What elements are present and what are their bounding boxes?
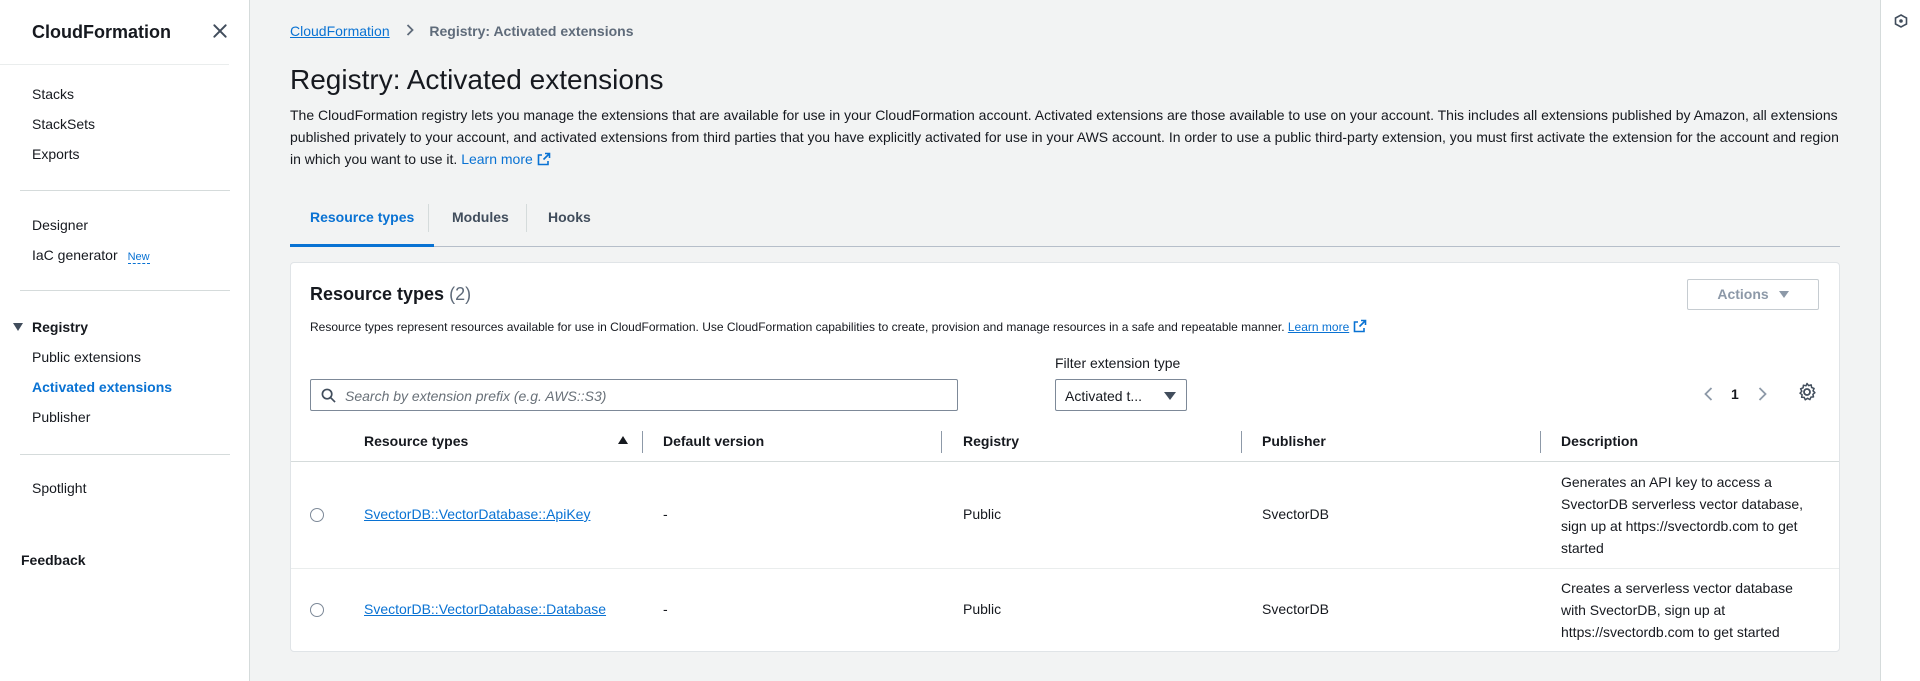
chevron-left-icon[interactable] [1701,386,1717,402]
sidebar-divider [20,190,230,191]
breadcrumb-root-link[interactable]: CloudFormation [290,23,390,39]
column-header-publisher[interactable]: Publisher [1262,433,1326,449]
resource-types-container: Resource types (2) Actions Resource type… [290,262,1840,652]
gear-icon[interactable] [1797,382,1817,402]
filter-extension-type-select[interactable]: Activated t... [1055,379,1187,411]
registry-cell: Public [963,506,1002,522]
resource-type-link[interactable]: SvectorDB::VectorDatabase::Database [364,601,606,617]
chevron-right-icon [406,23,414,39]
tab-resource-types[interactable]: Resource types [290,198,435,247]
sidebar-title[interactable]: CloudFormation [32,22,171,43]
default-version-cell: - [663,601,668,617]
learn-more-label: Learn more [461,151,533,167]
learn-more-link[interactable]: Learn more [1288,320,1349,334]
sidebar-section-label: Registry [32,319,89,335]
column-header-description[interactable]: Description [1561,433,1638,449]
sidebar-item-activated-extensions[interactable]: Activated extensions [32,379,172,395]
tab-hooks[interactable]: Hooks [548,198,591,244]
page-description: The CloudFormation registry lets you man… [290,104,1850,170]
tab-modules[interactable]: Modules [452,198,509,244]
caret-down-icon [13,323,23,331]
resource-type-link[interactable]: SvectorDB::VectorDatabase::ApiKey [364,506,590,522]
external-link-icon [1353,319,1367,333]
sidebar-item-exports[interactable]: Exports [32,146,79,162]
sidebar-header: CloudFormation [0,0,229,65]
default-version-cell: - [663,506,668,522]
sidebar-item-iac-generator[interactable]: IaC generator New [32,247,150,264]
page-title: Registry: Activated extensions [290,64,664,95]
container-description: Resource types represent resources avail… [310,319,1367,334]
learn-more-link[interactable]: Learn more [461,151,551,167]
page-number[interactable]: 1 [1731,386,1739,402]
table-row[interactable]: SvectorDB::VectorDatabase::Database - Pu… [291,569,1839,651]
sidebar-item-stacksets[interactable]: StackSets [32,116,95,132]
search-icon [321,388,336,403]
side-navigation: CloudFormation Stacks StackSets Exports … [0,0,250,681]
sidebar-section-registry[interactable]: Registry [13,319,89,335]
column-header-registry[interactable]: Registry [963,433,1019,449]
row-select-radio[interactable] [310,508,324,522]
sidebar-item-public-extensions[interactable]: Public extensions [32,349,141,365]
column-separator[interactable] [941,431,942,453]
actions-label: Actions [1717,286,1769,302]
column-header-resource-types[interactable]: Resource types [364,433,468,449]
new-badge: New [127,251,150,264]
tab-separator [526,204,527,232]
sidebar-divider [20,290,230,291]
actions-button[interactable]: Actions [1687,279,1819,310]
column-header-default-version[interactable]: Default version [663,433,764,449]
sidebar-item-spotlight[interactable]: Spotlight [32,480,86,496]
publisher-cell: SvectorDB [1262,601,1329,617]
resource-type-cell: SvectorDB::VectorDatabase::ApiKey [364,506,590,522]
container-title: Resource types (2) [310,284,471,305]
sidebar-item-designer[interactable]: Designer [32,217,88,233]
caret-down-icon [1164,392,1176,400]
registry-cell: Public [963,601,1002,617]
feedback-link[interactable]: Feedback [21,552,86,568]
description-cell: Generates an API key to access a Svector… [1561,474,1803,556]
search-input[interactable] [343,382,947,410]
external-link-icon [537,152,551,166]
tab-bar: Resource types Modules Hooks [290,198,1840,247]
breadcrumb: CloudFormation Registry: Activated exten… [290,23,634,39]
description-cell: Creates a serverless vector database wit… [1561,580,1793,640]
table-header: Resource types Default version Registry … [291,423,1839,462]
container-title-text: Resource types [310,284,445,304]
sidebar-divider [20,454,230,455]
tab-separator [428,204,429,232]
filter-value: Activated t... [1065,388,1143,404]
search-box [310,379,958,411]
column-separator[interactable] [1241,431,1242,453]
close-icon[interactable] [211,22,229,40]
info-panel-icon[interactable] [1894,14,1908,28]
container-description-text: Resource types represent resources avail… [310,320,1285,334]
sidebar-item-label: IaC generator [32,247,118,263]
sidebar-item-publisher[interactable]: Publisher [32,409,90,425]
chevron-right-icon[interactable] [1754,386,1770,402]
resource-count: (2) [449,284,472,304]
publisher-cell: SvectorDB [1262,506,1329,522]
column-separator[interactable] [642,431,643,453]
sidebar-item-stacks[interactable]: Stacks [32,86,74,102]
column-separator[interactable] [1540,431,1541,453]
tools-panel-rail [1880,0,1920,681]
breadcrumb-current: Registry: Activated extensions [429,23,634,39]
caret-down-icon [1778,291,1789,298]
learn-more-label: Learn more [1287,320,1350,334]
resource-type-cell: SvectorDB::VectorDatabase::Database [364,601,606,617]
filter-label: Filter extension type [1055,355,1181,371]
sort-ascending-icon[interactable] [618,436,628,444]
row-select-radio[interactable] [310,603,324,617]
table-row[interactable]: SvectorDB::VectorDatabase::ApiKey - Publ… [291,462,1839,569]
